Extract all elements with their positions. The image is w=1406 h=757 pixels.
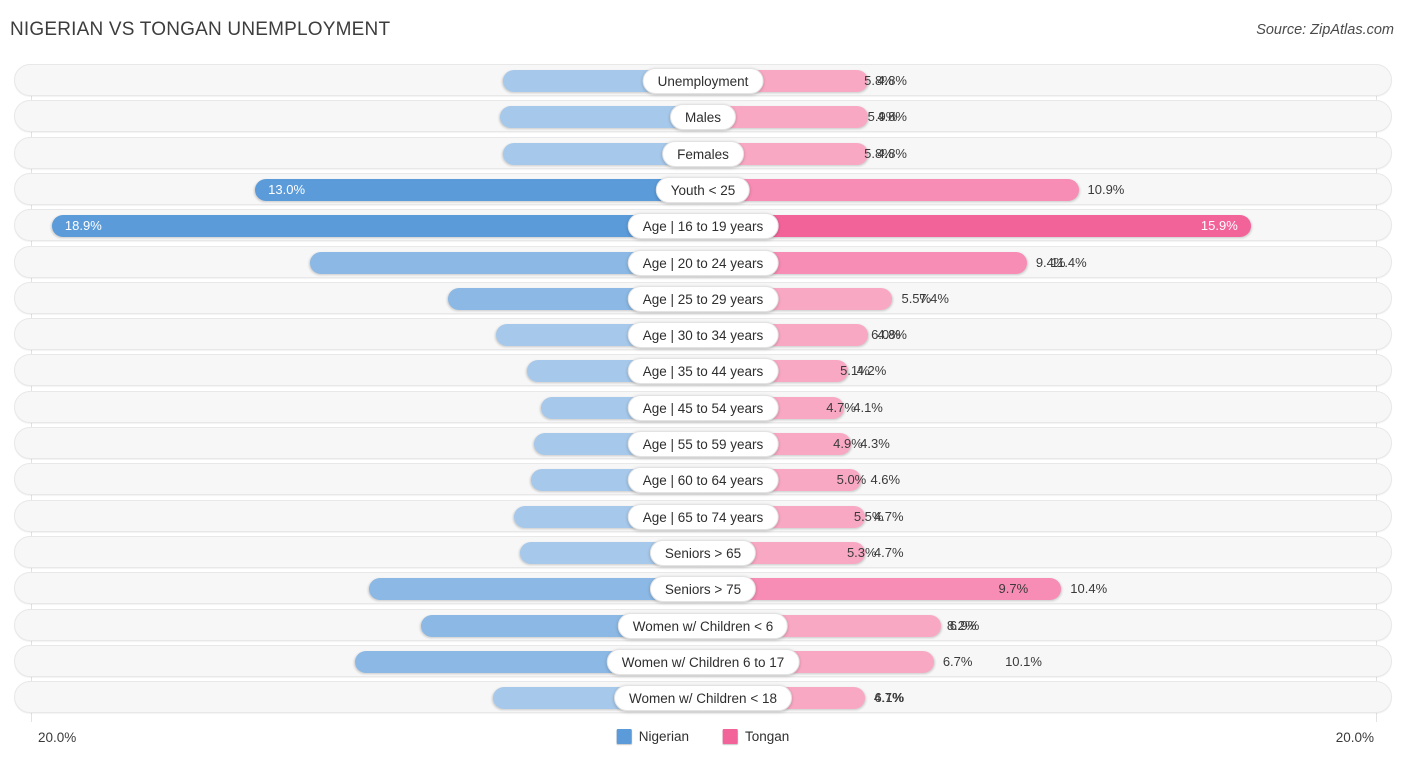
table-row[interactable]: 18.9% 15.9% Age | 16 to 19 years [14,209,1392,242]
value-label-tongan: 4.8% [877,145,907,161]
value-label-tongan: 4.6% [870,472,901,488]
table-row[interactable]: 5.1% 4.2% Age | 35 to 44 years [14,354,1392,387]
legend-label: Tongan [744,729,790,744]
table-row[interactable]: 9.7% 10.4% Seniors > 75 [14,572,1392,605]
table-row[interactable]: 5.9% 4.8% Males [14,100,1392,133]
value-label-nigerian: 10.1% [1005,653,1042,669]
table-row[interactable]: 10.1% 6.7% Women w/ Children 6 to 17 [14,644,1392,677]
value-label-tongan: 4.7% [873,508,904,524]
value-label-nigerian: 18.9% [64,218,102,234]
value-label-tongan: 15.9% [1200,218,1238,234]
category-label-pill[interactable]: Seniors > 65 [649,539,757,566]
category-label-pill[interactable]: Youth < 25 [655,176,751,203]
category-label-pill[interactable]: Age | 45 to 54 years [627,394,779,421]
value-label-tongan: 4.8% [877,73,907,88]
value-label-tongan: 10.4% [1070,581,1108,597]
table-row[interactable]: 5.5% 4.7% Age | 65 to 74 years [14,499,1392,532]
legend-item-nigerian[interactable]: Nigerian [616,729,689,744]
table-row[interactable]: 5.0% 4.6% Age | 60 to 64 years [14,463,1392,496]
value-label-tongan: 10.9% [1087,181,1125,197]
bar-tongan [703,178,1079,201]
table-row[interactable]: 6.1% 4.7% Women w/ Children < 18 [14,681,1392,714]
value-label-tongan: 4.7% [873,544,904,560]
value-label-nigerian: 9.7% [998,581,1029,597]
category-label-pill[interactable]: Unemployment [642,68,764,94]
category-label-pill[interactable]: Age | 20 to 24 years [627,249,779,276]
category-label-pill[interactable]: Women w/ Children 6 to 17 [606,648,800,675]
value-label-tongan: 4.7% [873,690,904,706]
category-label-pill[interactable]: Age | 30 to 34 years [627,322,779,349]
category-label-pill[interactable]: Females [662,140,744,167]
value-label-nigerian: 5.3% [846,544,877,560]
value-label-tongan: 4.2% [856,363,887,379]
bar-nigerian [255,178,703,201]
table-row[interactable]: 5.3% 4.7% Seniors > 65 [14,535,1392,568]
category-label-pill[interactable]: Age | 35 to 44 years [627,358,779,385]
source-attribution: Source: ZipAtlas.com [1256,22,1394,38]
legend-item-tongan[interactable]: Tongan [722,729,790,744]
category-label-pill[interactable]: Males [669,104,737,131]
table-row[interactable]: 5.8% 4.8% Females [14,136,1392,169]
category-label-pill[interactable]: Age | 65 to 74 years [627,503,779,530]
table-row[interactable]: 4.7% 4.1% Age | 45 to 54 years [14,390,1392,423]
bar-tongan [703,215,1251,238]
category-label-pill[interactable]: Age | 16 to 19 years [627,213,779,240]
value-label-nigerian: 13.0% [268,181,306,197]
value-label-tongan: 4.1% [853,399,883,415]
legend-swatch-icon [616,729,632,744]
legend-swatch-icon [722,729,738,744]
chart-header: NIGERIAN VS TONGAN UNEMPLOYMENT Source: … [0,0,1406,60]
category-label-pill[interactable]: Age | 55 to 59 years [627,431,779,457]
table-row[interactable]: 11.4% 9.4% Age | 20 to 24 years [14,245,1392,278]
value-label-tongan: 4.8% [877,327,907,343]
value-label-tongan: 4.3% [860,436,890,451]
axis-label-right: 20.0% [1335,730,1374,745]
page-title: NIGERIAN VS TONGAN UNEMPLOYMENT [10,19,391,40]
value-label-tongan: 6.7% [942,653,973,669]
value-label-nigerian: 4.9% [833,436,863,451]
value-label-tongan: 6.9% [949,617,980,633]
category-label-pill[interactable]: Women w/ Children < 18 [614,685,792,712]
table-row[interactable]: 5.8% 4.8% Unemployment [14,64,1392,96]
category-label-pill[interactable]: Seniors > 75 [649,576,757,603]
value-label-tongan: 5.5% [901,290,932,306]
axis-label-left: 20.0% [38,730,77,745]
category-label-pill[interactable]: Age | 25 to 29 years [627,285,779,312]
table-row[interactable]: 4.9% 4.3% Age | 55 to 59 years [14,427,1392,459]
table-row[interactable]: 6.0% 4.8% Age | 30 to 34 years [14,318,1392,351]
value-label-tongan: 9.4% [1035,254,1066,270]
chart-plot-area: 5.8% 4.8% Unemployment 5.9% 4.8% Males 5.8% 4.8… [14,64,1392,722]
legend-label: Nigerian [638,729,689,744]
table-row[interactable]: 13.0% 10.9% Youth < 25 [14,172,1392,205]
value-label-tongan: 4.8% [877,109,907,125]
table-row[interactable]: 7.4% 5.5% Age | 25 to 29 years [14,281,1392,314]
chart-footer: 20.0% 20.0% Nigerian Tongan [0,718,1406,757]
value-label-nigerian: 5.0% [836,472,867,488]
category-label-pill[interactable]: Age | 60 to 64 years [627,467,779,494]
chart-legend: Nigerian Tongan [616,729,790,744]
value-label-nigerian: 4.7% [826,399,856,415]
bar-nigerian [51,215,703,238]
table-row[interactable]: 8.2% 6.9% Women w/ Children < 6 [14,608,1392,641]
category-label-pill[interactable]: Women w/ Children < 6 [617,612,789,639]
chart-rows: 5.8% 4.8% Unemployment 5.9% 4.8% Males 5.8% 4.8… [14,64,1392,718]
